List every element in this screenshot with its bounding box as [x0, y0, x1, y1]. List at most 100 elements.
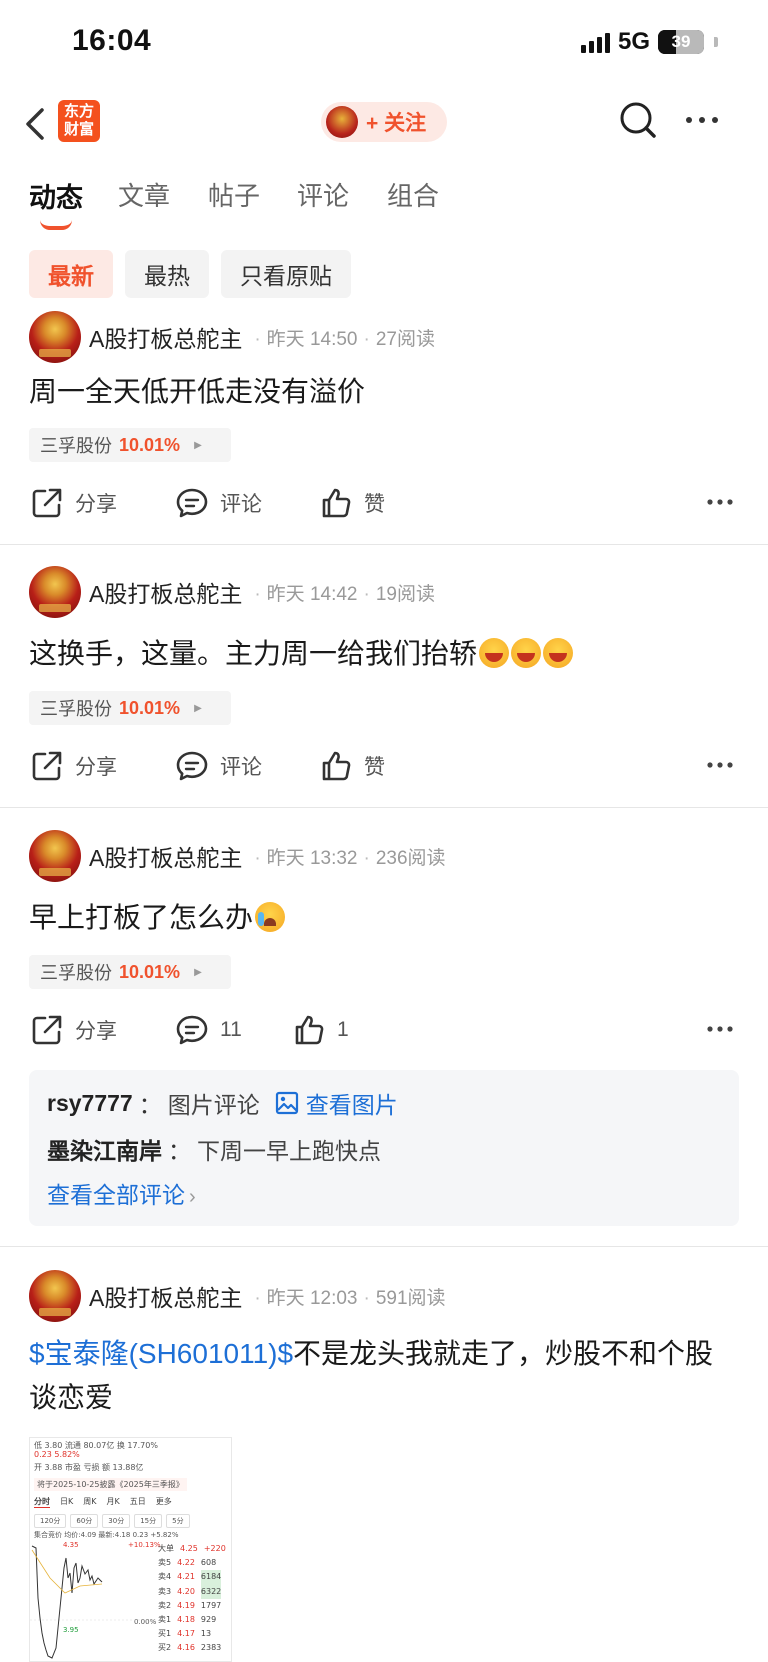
avatar[interactable] [29, 311, 81, 363]
share-icon [32, 1015, 62, 1045]
like-button[interactable]: 赞 [318, 744, 385, 788]
ob-price: 4.22 [177, 1558, 195, 1568]
author-name[interactable]: A股打板总舵主 [89, 575, 242, 609]
avatar[interactable] [29, 1270, 81, 1322]
ob-vol: 6184 [200, 1570, 222, 1585]
share-label: 分享 [75, 493, 117, 516]
author-name[interactable]: A股打板总舵主 [89, 1279, 242, 1313]
stock-name: 三孚股份 [40, 436, 112, 456]
more-icon[interactable] [684, 114, 720, 126]
avatar[interactable] [29, 830, 81, 882]
filter-hottest[interactable]: 最热 [125, 250, 209, 298]
brand-logo[interactable]: 东方 财富 [58, 100, 100, 142]
tab-portfolio[interactable]: 组合 [387, 176, 439, 213]
author-name[interactable]: A股打板总舵主 [89, 320, 242, 354]
share-button[interactable]: 分享 [29, 481, 117, 525]
more-icon[interactable] [706, 760, 734, 770]
share-button[interactable]: 分享 [29, 744, 117, 788]
thumb-tab: 日K [60, 1497, 74, 1506]
comment-count: 11 [220, 1018, 242, 1041]
thumb-row: 0.23 5.82% [34, 1450, 80, 1459]
avatar[interactable] [29, 566, 81, 618]
laughing-emoji-icon [543, 638, 574, 668]
ob-vol: 1797 [200, 1600, 222, 1610]
ob-label: 买2 [158, 1643, 172, 1653]
stock-link[interactable]: $宝泰隆(SH601011)$ [29, 1338, 293, 1369]
tab-posts[interactable]: 帖子 [208, 176, 260, 213]
comment-icon [176, 751, 208, 781]
stock-tag[interactable]: 三孚股份 10.01% ▶ [29, 955, 231, 989]
tab-dynamic[interactable]: 动态 [29, 176, 83, 215]
brand-logo-line1: 东方 [63, 103, 94, 120]
ob-label: 卖4 [158, 1572, 172, 1582]
more-icon[interactable] [706, 497, 734, 507]
post-text-content: 这换手，这量。主力周一给我们抬轿 [29, 638, 478, 669]
post-text-content: 早上打板了怎么办 [29, 902, 254, 933]
comment-button[interactable]: 评论 [174, 744, 262, 788]
filter-original-only[interactable]: 只看原贴 [221, 250, 351, 298]
ob-price: 4.21 [177, 1572, 195, 1582]
comment-button[interactable]: 11 [174, 1008, 242, 1052]
post-image-thumbnail[interactable]: 低 3.80 流通 80.07亿 换 17.70% 0.23 5.82% 开 3… [29, 1437, 232, 1662]
post-text[interactable]: 这换手，这量。主力周一给我们抬轿 [29, 632, 739, 676]
tab-articles[interactable]: 文章 [118, 176, 170, 213]
ob-vol: 13 [200, 1629, 212, 1639]
like-icon [322, 751, 351, 781]
post-actions: 分享 11 1 [0, 1008, 768, 1052]
share-icon [32, 488, 62, 518]
comment-user[interactable]: rsy7777 [47, 1090, 133, 1117]
view-image-link[interactable]: 查看图片 [274, 1086, 398, 1120]
comment-icon [176, 488, 208, 518]
ob-label: 卖3 [158, 1586, 172, 1596]
like-label: 赞 [364, 756, 385, 779]
signal-icon [580, 31, 610, 53]
ob-price: 4.17 [177, 1629, 195, 1639]
comment-icon [176, 1015, 208, 1045]
network-type: 5G [617, 28, 650, 55]
divider [0, 544, 768, 545]
read-count: 236阅读 [375, 847, 446, 869]
thumb-subtab: 60分 [70, 1514, 99, 1528]
search-icon[interactable] [618, 100, 658, 140]
caret-right-icon: ▶ [194, 439, 202, 451]
comment-label: 评论 [220, 493, 262, 516]
stock-tag[interactable]: 三孚股份 10.01% ▶ [29, 428, 231, 462]
profile-tabs: 动态 文章 帖子 评论 组合 [0, 176, 768, 236]
ob-vol: 6322 [200, 1584, 222, 1599]
ob-price: 4.20 [177, 1586, 195, 1596]
share-button[interactable]: 分享 [29, 1008, 117, 1052]
thumb-subtab: 15分 [134, 1514, 163, 1528]
avatar [326, 106, 358, 138]
back-icon[interactable] [22, 106, 50, 142]
like-button[interactable]: 1 [291, 1008, 349, 1052]
view-all-comments-link[interactable]: 查看全部评论 › [47, 1176, 196, 1210]
read-count: 19阅读 [375, 583, 435, 605]
post-card[interactable]: A股打板总舵主 · 昨天 13:32 · 236阅读 早上打板了怎么办 三孚股份 10… [0, 830, 768, 1230]
comment-button[interactable]: 评论 [174, 481, 262, 525]
comment-item: rsy7777 ： 图片评论 查看图片 [47, 1086, 398, 1120]
ob-vol: +220 [203, 1544, 226, 1553]
comment-preview[interactable]: rsy7777 ： 图片评论 查看图片 墨染江南岸 ： 下周一早上跑快点 查看全… [29, 1070, 739, 1226]
comment-user[interactable]: 墨染江南岸 [47, 1132, 162, 1166]
post-header: A股打板总舵主 · 昨天 14:50 · 27阅读 [29, 311, 435, 363]
post-text[interactable]: $宝泰隆(SH601011)$不是龙头我就走了，炒股不和个股谈恋爱 [29, 1332, 739, 1420]
like-icon [322, 488, 351, 518]
comment-item: 墨染江南岸 ： 下周一早上跑快点 [47, 1132, 381, 1166]
filter-latest[interactable]: 最新 [29, 250, 113, 298]
caret-right-icon: ▶ [194, 966, 202, 978]
author-name[interactable]: A股打板总舵主 [89, 839, 242, 873]
follow-button[interactable]: + 关注 [321, 102, 447, 142]
post-text[interactable]: 早上打板了怎么办 [29, 896, 739, 940]
post-card[interactable]: A股打板总舵主 · 昨天 14:50 · 27阅读 周一全天低开低走没有溢价 三孚股份… [0, 303, 768, 543]
stock-change: 10.01% [119, 434, 181, 455]
post-header: A股打板总舵主 · 昨天 12:03 · 591阅读 [29, 1270, 446, 1322]
stock-tag[interactable]: 三孚股份 10.01% ▶ [29, 691, 231, 725]
ob-label: 卖5 [158, 1558, 172, 1568]
tab-comments[interactable]: 评论 [297, 176, 349, 213]
caret-right-icon: ▶ [194, 702, 202, 714]
like-button[interactable]: 赞 [318, 481, 385, 525]
post-text[interactable]: 周一全天低开低走没有溢价 [29, 370, 739, 414]
divider [0, 807, 768, 808]
post-card[interactable]: A股打板总舵主 · 昨天 14:42 · 19阅读 这换手，这量。主力周一给我们抬轿 … [0, 566, 768, 806]
more-icon[interactable] [706, 1024, 734, 1034]
